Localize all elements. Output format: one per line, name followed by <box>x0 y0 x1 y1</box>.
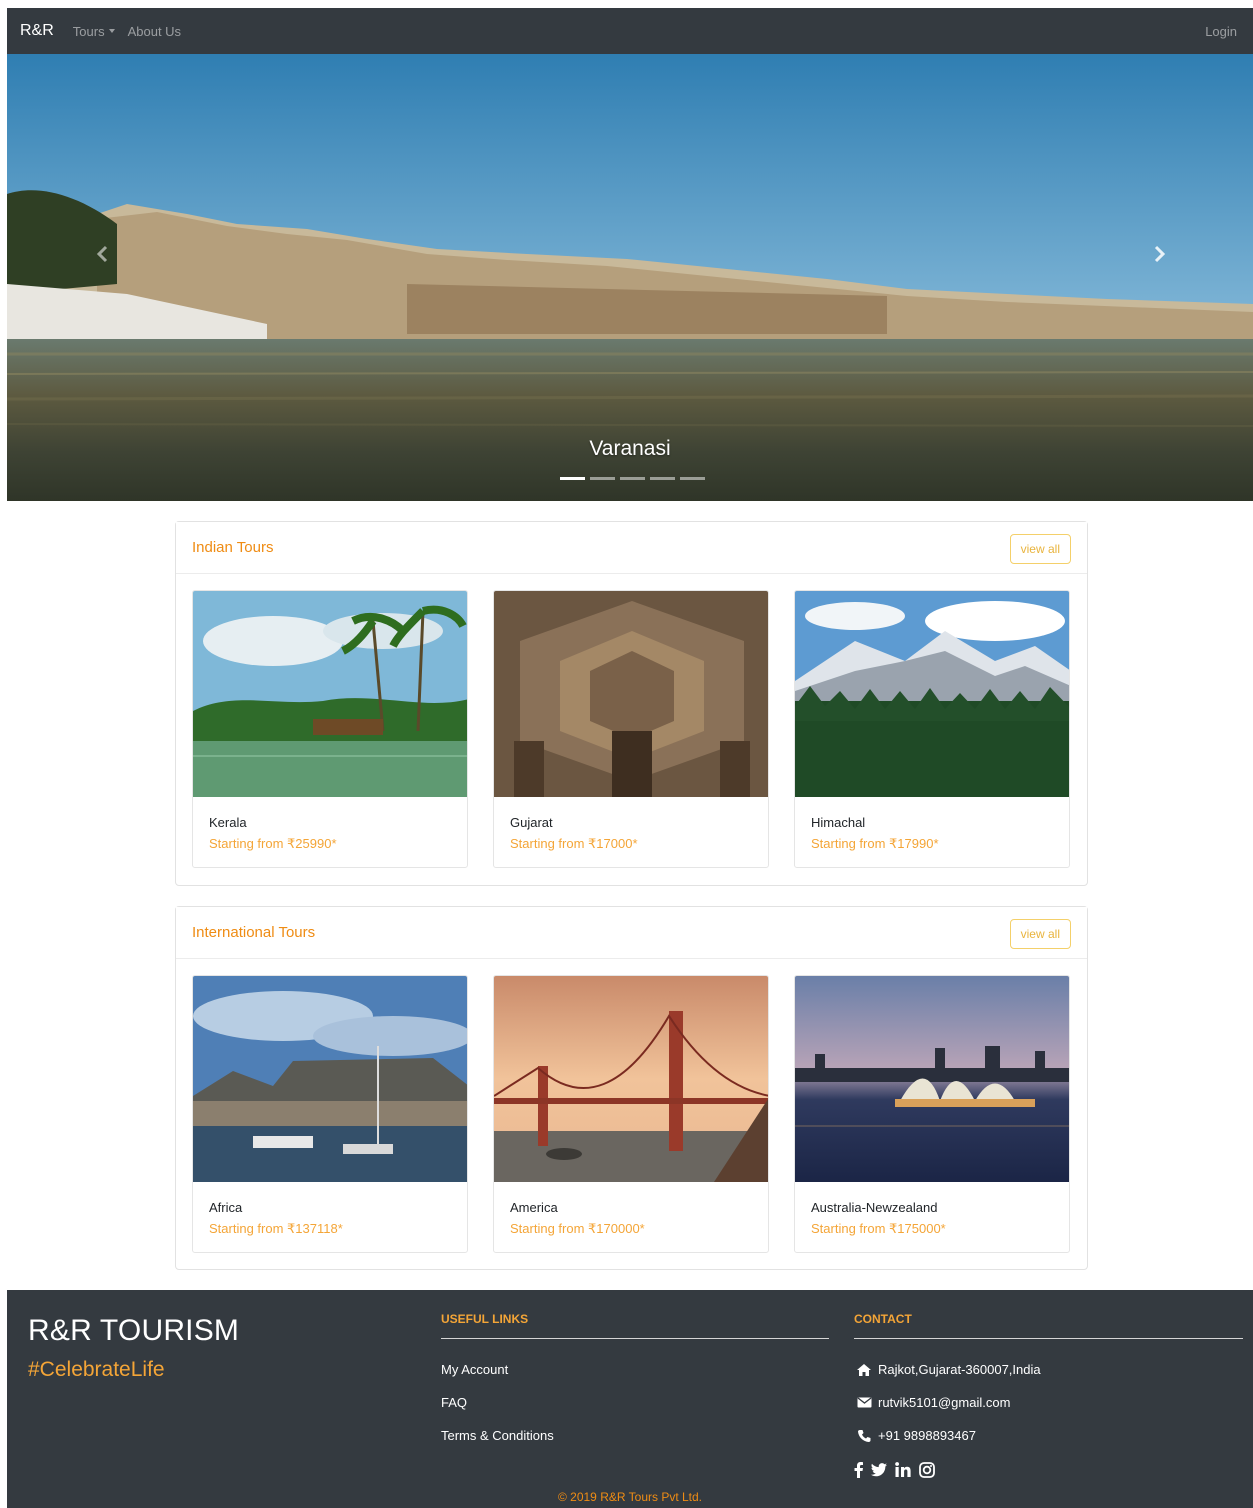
international-tours-section: International Tours view all Africa Star… <box>175 906 1088 1270</box>
contact-address: Rajkot,Gujarat-360007,India <box>854 1353 1243 1386</box>
africa-image <box>193 976 467 1182</box>
nav-tours-label: Tours <box>72 23 105 39</box>
footer-tagline: #CelebrateLife <box>28 1358 165 1381</box>
tour-name: Africa <box>209 1200 243 1215</box>
gujarat-image <box>494 591 768 797</box>
hero-caption: Varanasi <box>589 437 671 460</box>
tour-card-list: Africa Starting from ₹137118* America St… <box>176 959 1087 1269</box>
carousel-indicator[interactable] <box>650 477 675 480</box>
useful-links-heading: USEFUL LINKS <box>441 1312 829 1339</box>
carousel-indicators <box>560 477 705 480</box>
footer-link-my-account[interactable]: My Account <box>441 1353 829 1386</box>
footer-link-terms[interactable]: Terms & Conditions <box>441 1419 829 1452</box>
envelope-icon <box>854 1397 874 1408</box>
himachal-image <box>795 591 1069 797</box>
tour-price: Starting from ₹170000* <box>510 1221 645 1236</box>
phone-icon <box>854 1429 874 1443</box>
hero-image-varanasi <box>7 54 1253 501</box>
tour-price: Starting from ₹175000* <box>811 1221 946 1236</box>
contact-phone[interactable]: +91 9898893467 <box>854 1419 1243 1452</box>
tour-name: Himachal <box>811 815 866 830</box>
tour-card-australia[interactable]: Australia-Newzealand Starting from ₹1750… <box>794 975 1070 1253</box>
caret-down-icon <box>108 29 115 33</box>
section-header: International Tours view all <box>176 907 1087 959</box>
tour-card-america[interactable]: America Starting from ₹170000* <box>493 975 769 1253</box>
kerala-image <box>193 591 467 797</box>
hero-carousel: Varanasi <box>7 54 1253 501</box>
tour-price: Starting from ₹17000* <box>510 836 638 851</box>
contact-address-text: Rajkot,Gujarat-360007,India <box>878 1362 1041 1377</box>
carousel-indicator[interactable] <box>620 477 645 480</box>
twitter-icon[interactable] <box>871 1462 887 1477</box>
view-all-button[interactable]: view all <box>1009 918 1071 949</box>
tour-card-kerala[interactable]: Kerala Starting from ₹25990* <box>192 590 468 868</box>
tour-card-africa[interactable]: Africa Starting from ₹137118* <box>192 975 468 1253</box>
home-icon <box>854 1363 874 1377</box>
australia-image <box>795 976 1069 1182</box>
tour-name: Australia-Newzealand <box>811 1200 938 1215</box>
brand-logo[interactable]: R&R <box>20 22 54 40</box>
view-all-button[interactable]: view all <box>1009 533 1071 564</box>
contact-phone-text: +91 9898893467 <box>878 1428 976 1443</box>
tour-price: Starting from ₹137118* <box>209 1221 343 1236</box>
contact-column: CONTACT Rajkot,Gujarat-360007,India rutv… <box>854 1312 1243 1485</box>
tour-card-list: Kerala Starting from ₹25990* Gujarat Sta… <box>176 574 1087 884</box>
america-image <box>494 976 768 1182</box>
carousel-indicator[interactable] <box>680 477 705 480</box>
copyright-text: © 2019 R&R Tours Pvt Ltd. <box>557 1490 703 1504</box>
useful-links-column: USEFUL LINKS My Account FAQ Terms & Cond… <box>441 1312 829 1452</box>
contact-heading: CONTACT <box>854 1312 1243 1339</box>
chevron-right-icon <box>1154 245 1166 263</box>
facebook-icon[interactable] <box>854 1461 863 1478</box>
instagram-icon[interactable] <box>919 1461 935 1478</box>
login-link[interactable]: Login <box>1205 24 1237 39</box>
tour-price: Starting from ₹17990* <box>811 836 939 851</box>
tour-name: Gujarat <box>510 815 553 830</box>
footer: R&R TOURISM #CelebrateLife USEFUL LINKS … <box>7 1290 1253 1508</box>
linkedin-icon[interactable] <box>895 1462 911 1477</box>
nav-about-us[interactable]: About Us <box>128 24 181 39</box>
page: R&R Tours About Us Login Varanasi Indian… <box>7 8 1253 1508</box>
footer-brand: R&R TOURISM <box>28 1314 240 1347</box>
social-links <box>854 1452 1243 1485</box>
nav-tours-dropdown[interactable]: Tours <box>73 24 115 39</box>
carousel-next-button[interactable] <box>1140 234 1180 274</box>
top-navbar: R&R Tours About Us Login <box>7 8 1253 54</box>
tour-name: Kerala <box>209 815 247 830</box>
section-title: Indian Tours <box>192 539 274 556</box>
contact-email[interactable]: rutvik5101@gmail.com <box>854 1386 1243 1419</box>
section-title: International Tours <box>192 924 316 941</box>
carousel-indicator[interactable] <box>590 477 615 480</box>
tour-price: Starting from ₹25990* <box>209 836 337 851</box>
footer-link-faq[interactable]: FAQ <box>441 1386 829 1419</box>
carousel-indicator[interactable] <box>560 477 585 480</box>
tour-card-himachal[interactable]: Himachal Starting from ₹17990* <box>794 590 1070 868</box>
tour-name: America <box>510 1200 558 1215</box>
chevron-left-icon <box>96 245 108 263</box>
indian-tours-section: Indian Tours view all Kerala Starting fr… <box>175 521 1088 886</box>
contact-email-text: rutvik5101@gmail.com <box>878 1395 1011 1410</box>
section-header: Indian Tours view all <box>176 522 1087 574</box>
tour-card-gujarat[interactable]: Gujarat Starting from ₹17000* <box>493 590 769 868</box>
carousel-prev-button[interactable] <box>82 234 122 274</box>
